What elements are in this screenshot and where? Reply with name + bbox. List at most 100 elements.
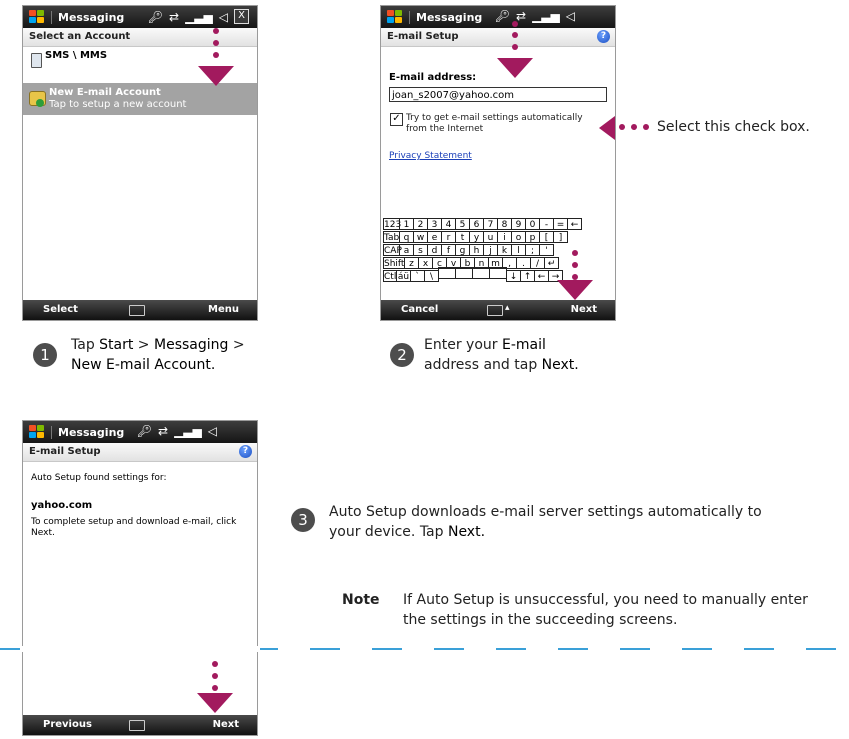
input-selector-arrow-icon[interactable]: ▴ [505, 303, 510, 313]
caption-bold: Messaging [154, 337, 229, 353]
step-2-caption: Enter your E-mail address and tap Next. [424, 335, 579, 375]
step-number: 3 [291, 508, 315, 532]
keyboard-row: Ctl áü ` \ ↓ ↑ ← → [383, 264, 615, 282]
callout-text: Select this check box. [657, 119, 810, 135]
windows-start-icon[interactable] [387, 10, 403, 24]
keyboard-row: 123 1 2 3 4 5 6 7 8 9 0- = ← [383, 212, 615, 230]
keyboard-key[interactable] [438, 267, 456, 279]
email-address-input[interactable]: joan_s2007@yahoo.com [389, 87, 607, 102]
keyboard-row: CAP a s d f g h j k l; ' [383, 238, 615, 256]
data-sync-icon[interactable]: ⇄ [169, 10, 179, 24]
phone-icon [31, 53, 42, 68]
auto-setup-instructions: To complete setup and download e-mail, c… [31, 517, 237, 538]
step-1-caption: Tap Start > Messaging > New E-mail Accou… [71, 335, 245, 375]
note-line2: the settings in the succeeding screens. [403, 612, 678, 628]
keyboard-key[interactable] [489, 267, 507, 279]
help-icon[interactable]: ? [239, 445, 252, 458]
close-button[interactable]: X [234, 9, 249, 24]
softkey-cancel[interactable]: Cancel [401, 304, 438, 315]
app-title: Messaging [409, 10, 482, 24]
account-label-sms: SMS \ MMS [45, 50, 108, 61]
add-badge-icon [36, 99, 44, 107]
checkbox-label: Try to get e-mail settings automatically… [406, 113, 583, 135]
step-number: 2 [390, 343, 414, 367]
auto-setup-found-text: Auto Setup found settings for: [31, 473, 167, 483]
account-label-new-email: New E-mail Account [49, 87, 161, 98]
screen-heading: E-mail Setup ? [23, 443, 257, 462]
note-text: If Auto Setup is unsuccessful, you need … [403, 590, 849, 630]
keyboard-key[interactable] [455, 267, 473, 279]
caption-text: Enter your [424, 337, 502, 353]
caption-bold: Next. [447, 524, 486, 540]
keyboard-key[interactable]: ← [534, 270, 549, 282]
caption-text: > [228, 337, 245, 353]
keyboard-key[interactable]: ] [553, 231, 568, 243]
data-sync-icon[interactable]: ⇄ [158, 424, 168, 438]
volume-icon[interactable]: ◁ [219, 10, 228, 24]
step-3-caption: Auto Setup downloads e-mail server setti… [329, 502, 849, 542]
auto-setup-domain: yahoo.com [31, 500, 93, 511]
screen-select-account: Messaging 🔑︎ ⇄ ▁▃▅ ◁ X Select an Account… [22, 5, 258, 321]
keyboard-icon[interactable] [487, 305, 503, 316]
email-field-label: E-mail address: [389, 72, 477, 83]
pointer-arrow-checkbox [599, 116, 615, 140]
keyboard-key[interactable]: Ctl [383, 270, 397, 282]
signal-icon[interactable]: ▁▃▅ [185, 10, 213, 24]
caption-bold: Start [99, 337, 134, 353]
caption-text: Auto Setup downloads e-mail server setti… [329, 504, 762, 520]
signal-icon[interactable]: ▁▃▅ [532, 9, 560, 23]
keyboard-key[interactable]: ↓ [506, 270, 521, 282]
softkey-bar: Cancel ▴ Next [381, 300, 615, 320]
connectivity-icon[interactable]: 🔑︎ [495, 9, 510, 23]
keyboard-key[interactable]: ↑ [520, 270, 535, 282]
account-item-new-email[interactable]: New E-mail Account Tap to setup a new ac… [23, 83, 257, 115]
caption-bold: New E-mail Account. [71, 357, 216, 373]
screen-heading: Select an Account [23, 28, 257, 47]
screen-heading-text: E-mail Setup [29, 446, 101, 457]
note-line1: If Auto Setup is unsuccessful, you need … [403, 592, 808, 608]
softkey-bar: Select Menu [23, 300, 257, 320]
app-title: Messaging [51, 425, 124, 439]
connectivity-icon[interactable]: 🔑︎ [137, 424, 152, 438]
windows-start-icon[interactable] [29, 425, 45, 439]
caption-bold: Next. [541, 357, 579, 373]
data-sync-icon[interactable]: ⇄ [516, 9, 526, 23]
softkey-bar: Previous Next [23, 715, 257, 735]
softkey-menu[interactable]: Menu [208, 304, 239, 315]
softkey-next[interactable]: Next [213, 719, 239, 730]
connectivity-icon[interactable]: 🔑︎ [148, 10, 163, 24]
privacy-statement-link[interactable]: Privacy Statement [389, 151, 472, 161]
screen-heading-text: E-mail Setup [387, 31, 459, 42]
keyboard-key[interactable]: \ [424, 270, 439, 282]
screen-heading: E-mail Setup ? [381, 28, 615, 47]
volume-icon[interactable]: ◁ [208, 424, 217, 438]
keyboard-key[interactable]: ← [567, 218, 582, 230]
checkbox-label-line2: from the Internet [406, 124, 484, 134]
keyboard-icon[interactable] [129, 720, 145, 731]
title-bar: Messaging 🔑︎ ⇄ ▁▃▅ ◁ [381, 6, 615, 28]
softkey-select[interactable]: Select [43, 304, 78, 315]
keyboard-key[interactable]: ` [410, 270, 425, 282]
keyboard-key[interactable]: áü [396, 270, 411, 282]
caption-text: > [133, 337, 154, 353]
caption-text: your device. Tap [329, 524, 448, 540]
softkey-next[interactable]: Next [571, 304, 597, 315]
title-bar: Messaging 🔑︎ ⇄ ▁▃▅ ◁ X [23, 6, 257, 28]
help-icon[interactable]: ? [597, 30, 610, 43]
auto-settings-checkbox[interactable]: ✓ [390, 113, 403, 126]
caption-text: Tap [71, 337, 100, 353]
volume-icon[interactable]: ◁ [566, 9, 575, 23]
keyboard-key[interactable] [472, 267, 490, 279]
softkey-previous[interactable]: Previous [43, 719, 92, 730]
screen-auto-setup: Messaging 🔑︎ ⇄ ▁▃▅ ◁ E-mail Setup ? Auto… [22, 420, 258, 736]
note-label: Note [342, 592, 380, 608]
keyboard-row: Shift z x c v b n m,. / ↵ [383, 251, 615, 269]
account-sublabel-new-email: Tap to setup a new account [49, 99, 187, 110]
title-bar: Messaging 🔑︎ ⇄ ▁▃▅ ◁ [23, 421, 257, 443]
caption-text: address [424, 357, 480, 373]
on-screen-keyboard[interactable]: 123 1 2 3 4 5 6 7 8 9 0- = ← Tab q w e r t y u i o p[] CAP a s d f g h… [383, 212, 615, 282]
keyboard-icon[interactable] [129, 305, 145, 316]
caption-text: and tap [479, 357, 542, 373]
signal-icon[interactable]: ▁▃▅ [174, 424, 202, 438]
windows-start-icon[interactable] [29, 10, 45, 24]
